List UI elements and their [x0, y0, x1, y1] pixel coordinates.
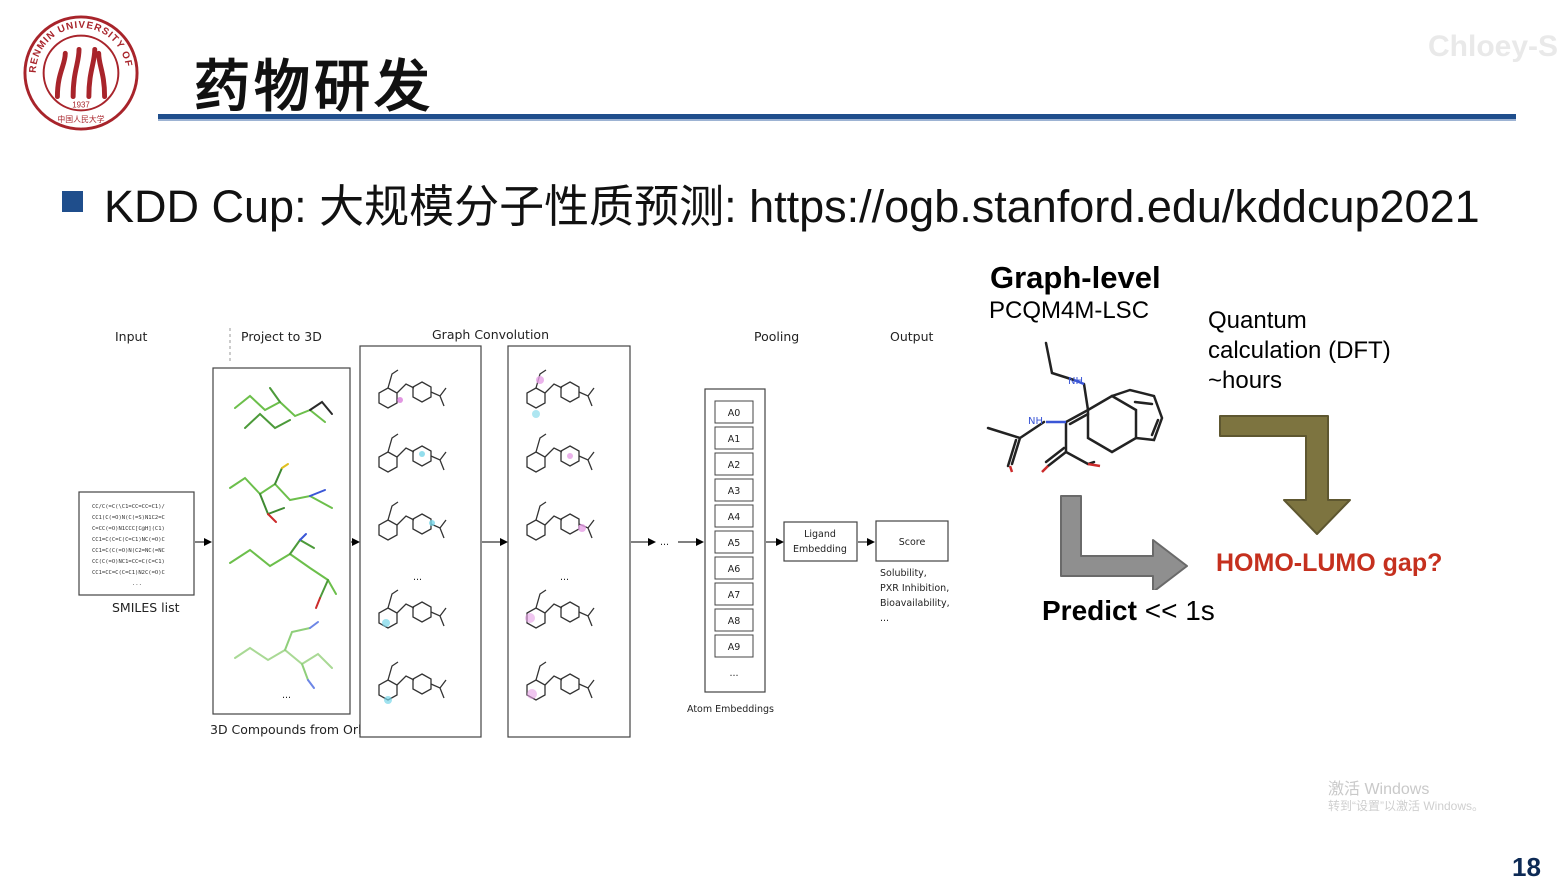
label-compounds: 3D Compounds from Orbital: [210, 722, 385, 737]
atom-label: A1: [728, 434, 741, 445]
dataset-name: PCQM4M-LSC: [989, 297, 1150, 324]
smiles-line: CC1=C(C=C(C=C1)NC(=O)C: [92, 537, 165, 543]
quantum-line-3: ~hours: [1208, 367, 1283, 394]
university-logo: RENMIN UNIVERSITY OF CHINA 1937 中国人民大学: [22, 14, 139, 131]
atom-label: A7: [728, 590, 741, 601]
smiles-line: CC/C(=C(\C1=CC=CC=C1)/: [92, 504, 165, 510]
smiles-line: CC1=C(C(=O)N(C2=NC(=NC: [92, 548, 165, 554]
atom-label: A8: [728, 616, 741, 627]
smiles-line: CC(C(=O)NC1=CC=C(C=C1): [92, 559, 165, 565]
smiles-line: CC1(C(=O)N(C(=S)N1C2=C: [92, 515, 165, 521]
molecule-structure: NH NH: [986, 341, 1164, 473]
ligand-embedding-box: [783, 521, 858, 562]
conv1-ellipsis: ...: [413, 572, 422, 583]
compounds-ellipsis: ...: [282, 690, 291, 701]
quantum-note: Quantum calculation (DFT) ~hours: [1208, 306, 1391, 396]
predict-note: Predict << 1s: [1042, 595, 1215, 627]
predict-rest: << 1s: [1136, 595, 1215, 626]
bullet-marker-icon: [62, 191, 83, 212]
atom-label: ...: [729, 668, 738, 679]
output-note-3: Bioavailability,: [880, 598, 950, 609]
quantum-line-2: calculation (DFT): [1208, 337, 1391, 364]
logo-bottom-text: 中国人民大学: [57, 114, 104, 124]
atom-label: A9: [728, 642, 741, 653]
quantum-line-1: Quantum: [1208, 307, 1307, 334]
ligand-label-1: Ligand: [804, 529, 836, 540]
bullet-text: KDD Cup: 大规模分子性质预测: https://ogb.stanford…: [104, 181, 1480, 232]
graph-conv-box-1: [359, 345, 482, 738]
compounds-3d-box: [212, 367, 351, 715]
atom-label: A5: [728, 538, 741, 549]
output-note-1: Solubility,: [880, 568, 927, 579]
predict-bold: Predict: [1042, 595, 1137, 626]
page-number: 18: [1512, 852, 1541, 882]
score-label: Score: [899, 537, 926, 548]
pipeline-figure: Input Project to 3D Graph Convolution Po…: [78, 327, 950, 738]
title-divider: [158, 114, 1516, 119]
conv2-ellipsis: ...: [560, 572, 569, 583]
ligand-label-2: Embedding: [793, 544, 847, 555]
atom-label: A3: [728, 486, 741, 497]
molecule-nh-upper: NH: [1068, 376, 1083, 387]
label-input: Input: [115, 329, 147, 344]
windows-activation-title: 激活 Windows: [1328, 781, 1430, 798]
logo-year: 1937: [72, 100, 89, 109]
graph-level-heading: Graph-level: [990, 260, 1161, 295]
flow-ellipsis: ...: [660, 537, 669, 548]
atom-label: A6: [728, 564, 741, 575]
smiles-line: ...: [132, 581, 142, 587]
output-note-4: ...: [880, 613, 889, 624]
atom-label: A4: [728, 512, 741, 523]
label-atom-embeddings: Atom Embeddings: [687, 704, 774, 715]
output-note-2: PXR Inhibition,: [880, 583, 949, 594]
predict-arrow-icon: [1060, 495, 1188, 590]
dft-arrow-icon: [1219, 415, 1351, 535]
label-pooling: Pooling: [754, 329, 799, 344]
smiles-line: C=CC(=O)N1CCC[C@H](C1): [92, 526, 165, 532]
label-project: Project to 3D: [241, 329, 322, 344]
atom-label: A0: [728, 408, 741, 419]
slide-title: 药物研发: [194, 55, 434, 120]
user-watermark: Chloey-S: [1428, 30, 1559, 63]
atom-label: A2: [728, 460, 741, 471]
molecule-nh-lower: NH: [1028, 416, 1043, 427]
label-graph-conv: Graph Convolution: [432, 327, 549, 342]
label-smiles-list: SMILES list: [112, 600, 180, 615]
graph-conv-box-2: [507, 345, 631, 738]
label-output: Output: [890, 329, 934, 344]
target-label: HOMO-LUMO gap?: [1216, 549, 1443, 577]
smiles-line: CC1=CC=C(C=C1)N2C(=O)C: [92, 570, 165, 576]
windows-activation-hint: 转到“设置”以激活 Windows。: [1328, 799, 1485, 813]
